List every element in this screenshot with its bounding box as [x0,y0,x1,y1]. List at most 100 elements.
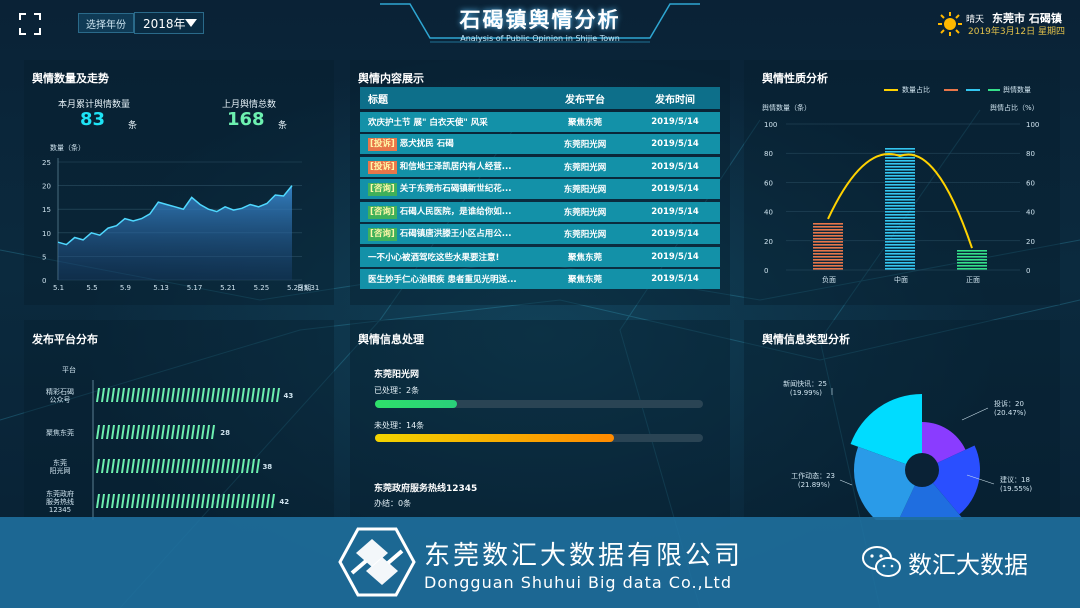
nature-ytick-left: 80 [764,150,773,158]
nature-bar-stripe [885,256,915,258]
trend-xtick: 5.25 [254,284,270,292]
table-row[interactable]: [咨询] 关于东莞市石碣镇新世纪花... 东莞阳光网 2019/5/14 [360,179,720,199]
platform-bar-stripe [136,425,140,439]
nature-bar-stripe [813,241,843,243]
row-title-cell: [咨询] 石碣镇唐洪滕王小区占用公... [360,227,540,241]
pie-label: 建议：18 [1000,475,1030,484]
nature-bar-stripe [885,241,915,243]
platform-bar-stripe [231,494,235,508]
platform-bar-stripe [151,494,155,508]
current-date: 2019年3月12日 星期四 [968,27,1065,37]
pie-leader-line [839,479,853,486]
row-title-cell: 一不小心被酒驾吃这些水果要注意! [360,251,540,263]
trend-ylabel: 数量（条） [50,143,85,152]
nature-bar-stripe [813,226,843,228]
row-platform: 聚焦东莞 [567,275,602,285]
trend-ytick: 5 [42,253,46,261]
platform-bar-stripe [141,388,145,402]
company-logo-icon [338,527,416,597]
platform-bar-stripe [136,388,140,402]
platform-title: 发布平台分布 [32,333,98,346]
content-table: 标题 发布平台 发布时间 欢庆护土节 展" 白衣天使" 风采 聚焦东莞 2019/5… [360,87,720,289]
table-row[interactable]: [投诉] 恶犬扰民 石碣 东莞阳光网 2019/5/14 [360,134,720,154]
row-platform: 东莞阳光网 [563,207,607,218]
platform-bar-stripe [181,494,185,508]
nature-bar-stripe [885,199,915,201]
platform-bar-stripe [111,388,115,402]
platform-bar-stripe [156,494,160,508]
row-title-text: 一不小心被酒驾吃这些水果要注意! [368,252,500,263]
trend-ytick: 10 [42,230,51,238]
row-tag: [投诉] [368,138,397,151]
platform-bar-stripe [101,425,105,439]
platform-bar-stripe [106,494,110,508]
platform-bar-stripe [121,388,125,402]
nature-bar-stripe [885,232,915,234]
row-date: 2019/5/14 [651,184,699,194]
current-month-unit: 条 [128,121,138,131]
platform-bar-stripe [266,388,270,402]
platform-bar-stripe [276,388,280,402]
nature-bar-stripe [885,184,915,186]
sun-icon [938,12,962,36]
trend-chart: 数量（条） 0 5 10 15 20 25 5.1 5.5 5.9 5.13 5.17 5.21 5.… [42,143,319,292]
platform-bar-stripe [111,425,115,439]
nature-bar-stripe [813,235,843,237]
row-date: 2019/5/14 [651,251,699,262]
platform-bar-stripe [106,459,110,473]
nature-bar-stripe [885,187,915,189]
nature-bar-stripe [885,244,915,246]
row-title-text: 石碣人民医院，是谁给你如... [399,206,512,217]
nature-ylabel-left: 舆情数量（条） [762,103,811,112]
table-row[interactable]: 欢庆护土节 展" 白衣天使" 风采 聚焦东莞 2019/5/14 [360,111,720,132]
nature-bar-stripe [813,223,843,225]
platform-bar-stripe [191,425,195,439]
trend-xtick: 5.13 [153,284,169,292]
table-row[interactable]: [咨询] 石碣镇唐洪滕王小区占用公... 东莞阳光网 2019/5/14 [360,224,720,244]
table-header: 标题 发布平台 发布时间 [360,87,720,109]
platform-bar-stripe [121,494,125,508]
nature-bar-stripe [885,262,915,264]
platform-bar-stripe [121,459,125,473]
trend-xtick: 5.1 [53,284,64,292]
platform-bar-stripe [196,388,200,402]
footer-banner: 东莞数汇大数据有限公司 Dongguan Shuhui Big data Co.… [0,517,1080,608]
row-title-text: 关于东莞市石碣镇新世纪花... [399,184,512,194]
trend-xtick: 5.17 [187,284,203,292]
platform-bar-stripe [181,425,185,439]
legend-ratio: 数量占比 [902,85,930,94]
nature-bar-stripe [885,208,915,210]
nature-bar-stripe [885,169,915,171]
platform-bar-stripe [266,494,270,508]
platform-bar-value: 28 [220,429,230,437]
row-tag: [咨询] [368,205,397,219]
nature-bar-stripe [813,268,843,270]
nature-bar-stripe [885,160,915,162]
platform-bar-stripe [126,425,130,439]
nature-bar-stripe [885,268,915,270]
nature-ytick-right: 60 [1026,179,1035,187]
table-row[interactable]: 一不小心被酒驾吃这些水果要注意! 聚焦东莞 2019/5/14 [360,246,720,267]
pie-label: 新闻快讯：25 [783,379,827,388]
table-row[interactable]: 医生妙手仁心治眼疾 患者重见光明送... 聚焦东莞 2019/5/14 [360,269,720,289]
row-title-text: 石碣镇唐洪滕王小区占用公... [399,229,512,239]
platform-bar-stripe [221,459,225,473]
year-select[interactable]: 2018年 [134,12,204,34]
nature-bar-stripe [885,172,915,174]
row-title-cell: 医生妙手仁心治眼疾 患者重见光明送... [360,273,540,285]
table-row[interactable]: [咨询] 石碣人民医院，是谁给你如... 东莞阳光网 2019/5/14 [360,201,720,222]
platform-bar-stripe [211,425,215,439]
nature-bar-stripe [813,244,843,246]
trend-xtick: 5.5 [86,284,97,292]
platform-bar-stripe [141,425,145,439]
platform-bar-stripe [256,459,260,473]
nature-bar-stripe [885,151,915,153]
platform-bar-stripe [211,494,215,508]
platform-bar-stripe [141,494,145,508]
platform-bar-stripe [251,459,255,473]
fullscreen-icon[interactable] [18,12,42,36]
platform-bar-stripe [166,494,170,508]
platform-bar-stripe [181,459,185,473]
table-row[interactable]: [投诉] 和信地王泽凯居内有人经营... 东莞阳光网 2019/5/14 [360,156,720,177]
platform-bar [96,459,260,473]
